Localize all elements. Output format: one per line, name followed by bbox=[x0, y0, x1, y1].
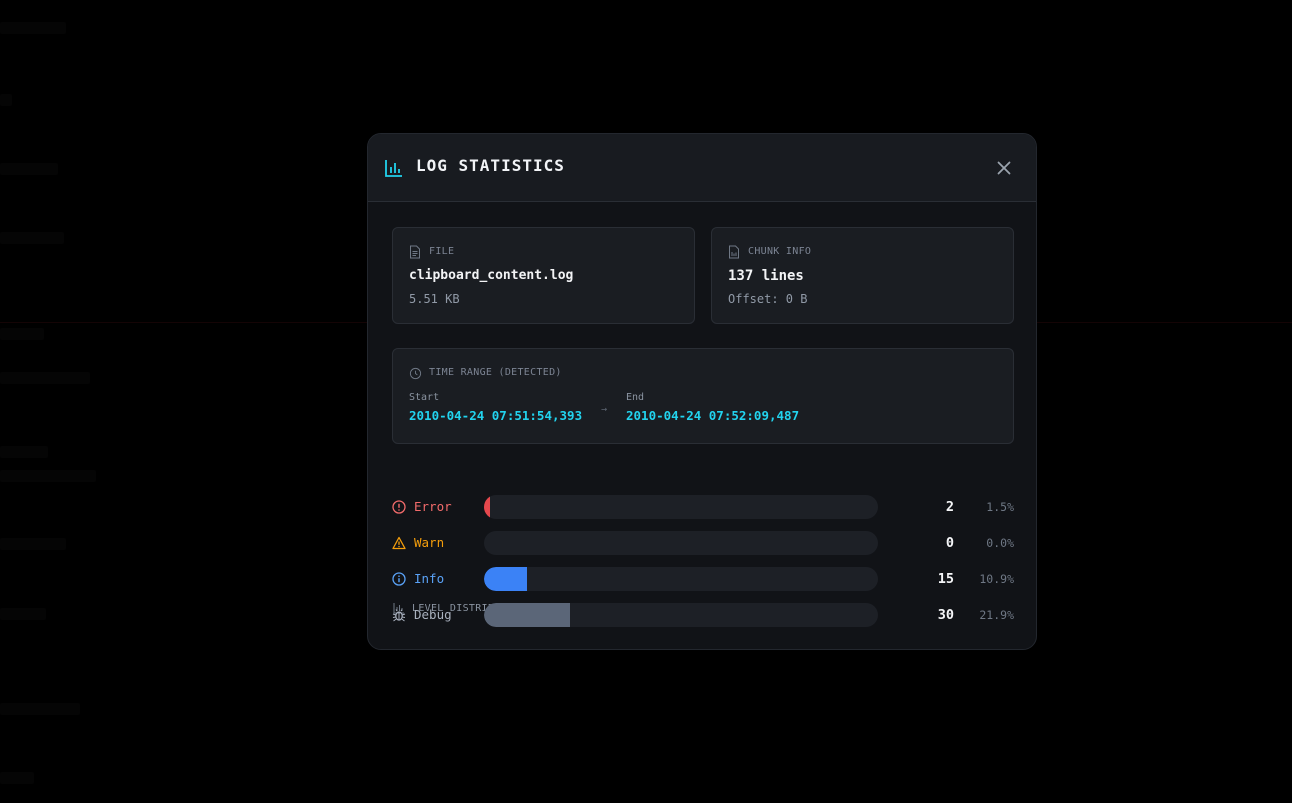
close-button[interactable] bbox=[992, 156, 1016, 180]
file-size: 5.51 KB bbox=[409, 292, 460, 306]
level-percent: 0.0% bbox=[986, 536, 1014, 550]
level-percent: 1.5% bbox=[986, 500, 1014, 514]
dialog-header: LOG STATISTICS bbox=[368, 134, 1036, 202]
level-label: Error bbox=[414, 499, 452, 514]
warning-icon bbox=[392, 536, 406, 550]
file-label: FILE bbox=[429, 246, 455, 257]
start-timestamp: 2010-04-24 07:51:54,393 bbox=[409, 408, 583, 423]
background-text bbox=[0, 446, 48, 458]
level-count: 2 bbox=[945, 499, 954, 515]
level-row-debug: Debug 30 21.9% bbox=[368, 603, 1036, 627]
level-bar-track bbox=[484, 603, 878, 627]
level-count: 15 bbox=[937, 571, 954, 587]
level-row-warn: Warn 0 0.0% bbox=[368, 531, 1036, 555]
level-bar-track bbox=[484, 495, 878, 519]
level-count: 30 bbox=[937, 607, 954, 623]
error-icon bbox=[392, 500, 406, 514]
background-text bbox=[0, 163, 58, 175]
time-range-card: TIME RANGE (DETECTED) Start 2010-04-24 0… bbox=[392, 348, 1014, 444]
background-text bbox=[0, 328, 44, 340]
level-label: Warn bbox=[414, 535, 445, 550]
start-label: Start bbox=[409, 392, 440, 403]
background-text bbox=[0, 772, 34, 784]
document-icon bbox=[729, 245, 739, 259]
dialog-title: LOG STATISTICS bbox=[416, 156, 565, 175]
level-bar-track bbox=[484, 567, 878, 591]
info-icon bbox=[392, 572, 406, 586]
background-text bbox=[0, 22, 66, 34]
file-icon bbox=[410, 245, 420, 259]
chunk-lines: 137 lines bbox=[728, 268, 804, 284]
level-percent: 10.9% bbox=[979, 572, 1014, 586]
arrow-right-icon: → bbox=[601, 404, 608, 415]
chunk-info-label: CHUNK INFO bbox=[748, 246, 812, 257]
end-timestamp: 2010-04-24 07:52:09,487 bbox=[626, 408, 800, 423]
bug-icon bbox=[392, 609, 406, 622]
background-text bbox=[0, 538, 66, 550]
level-row-error: Error 2 1.5% bbox=[368, 495, 1036, 519]
level-row-info: Info 15 10.9% bbox=[368, 567, 1036, 591]
file-name: clipboard_content.log bbox=[409, 268, 574, 283]
clock-icon bbox=[409, 367, 422, 380]
level-bar-fill bbox=[484, 567, 527, 591]
file-card: FILE clipboard_content.log 5.51 KB bbox=[392, 227, 695, 324]
background-text bbox=[0, 372, 90, 384]
bar-chart-icon bbox=[385, 160, 402, 177]
chunk-offset: Offset: 0 B bbox=[728, 292, 808, 306]
end-label: End bbox=[626, 392, 645, 403]
level-bar-fill bbox=[484, 603, 571, 627]
level-bar-fill bbox=[484, 495, 490, 519]
chunk-info-card: CHUNK INFO 137 lines Offset: 0 B bbox=[711, 227, 1014, 324]
level-bar-track bbox=[484, 531, 878, 555]
background-text bbox=[0, 608, 46, 620]
background-text bbox=[0, 470, 96, 482]
level-label: Debug bbox=[414, 607, 452, 622]
level-count: 0 bbox=[945, 535, 954, 551]
background-text bbox=[0, 703, 80, 715]
background-text bbox=[0, 232, 64, 244]
level-label: Info bbox=[414, 571, 445, 586]
time-range-label: TIME RANGE (DETECTED) bbox=[429, 367, 562, 378]
log-statistics-dialog: LOG STATISTICS FILE clipboard_content.lo… bbox=[367, 133, 1037, 650]
background-text bbox=[0, 94, 12, 106]
level-percent: 21.9% bbox=[979, 608, 1014, 622]
